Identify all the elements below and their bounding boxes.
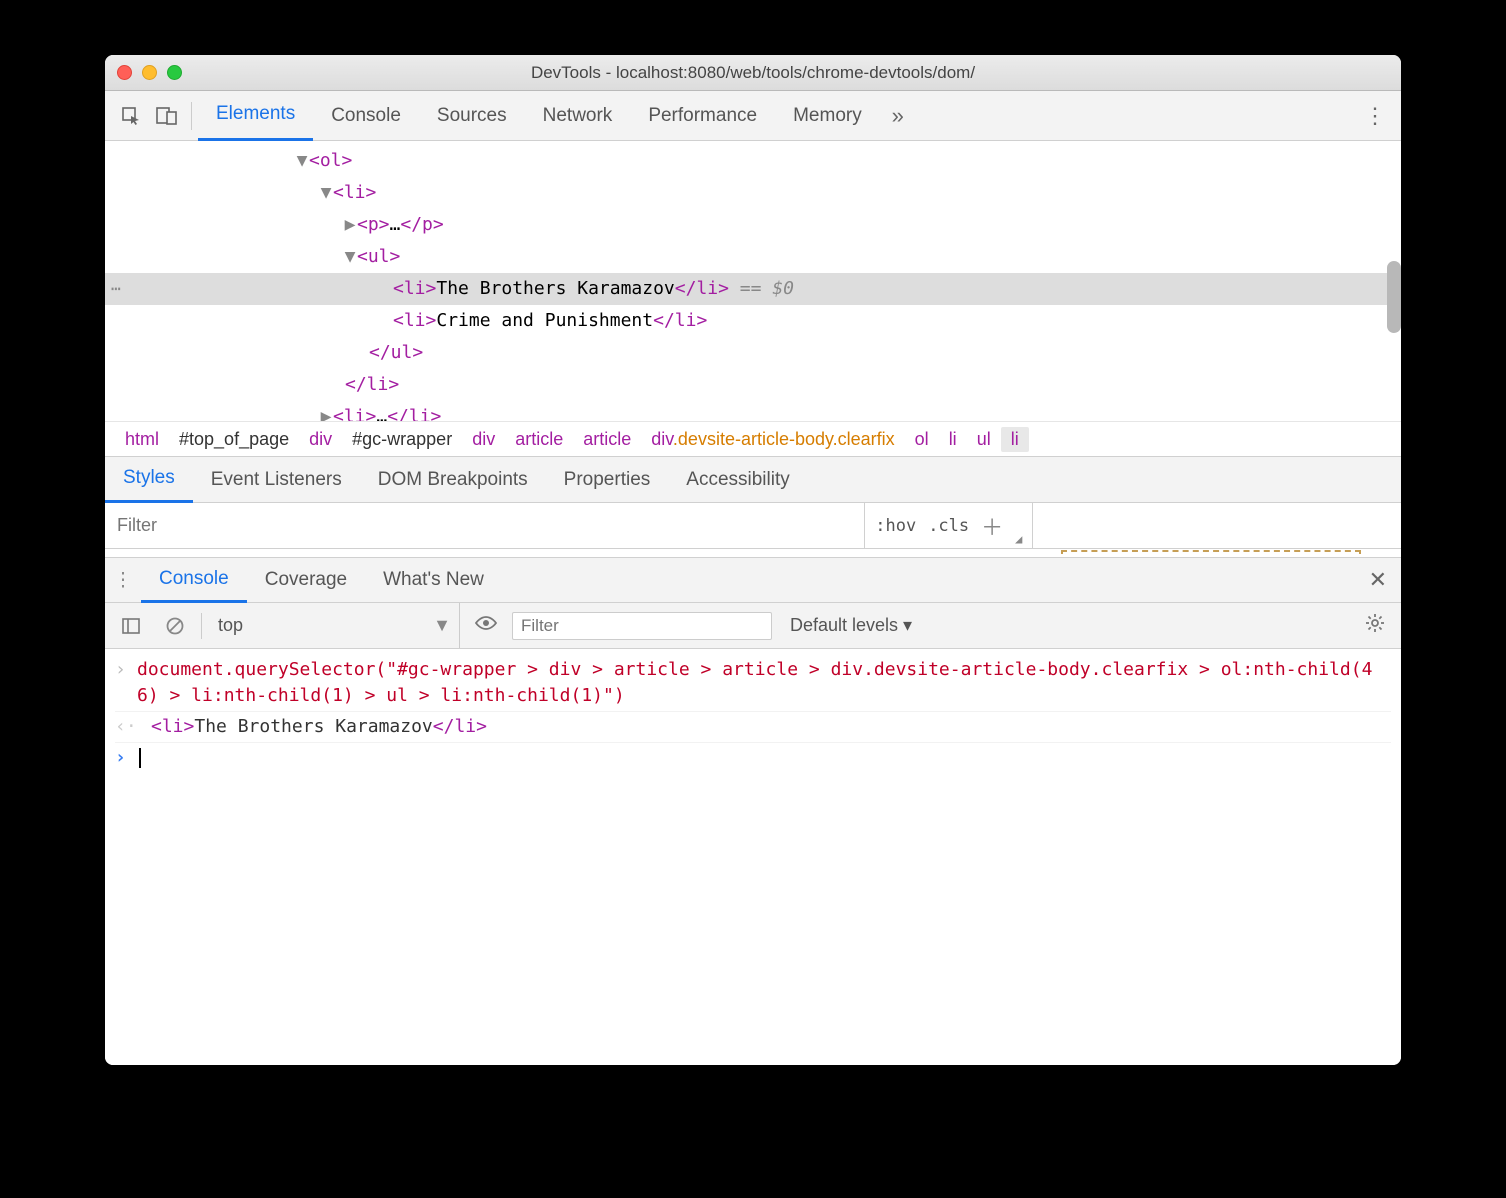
more-tabs-icon[interactable]: » <box>880 98 916 134</box>
dom-node[interactable]: ▶<p>…</p> <box>105 209 1401 241</box>
console-input-text: document.querySelector("#gc-wrapper > di… <box>137 657 1391 709</box>
console-filter-input[interactable] <box>512 612 772 640</box>
styles-filter-row: :hov .cls ＋ ◢ <box>105 503 1401 549</box>
titlebar: DevTools - localhost:8080/web/tools/chro… <box>105 55 1401 91</box>
output-text: The Brothers Karamazov <box>194 716 432 737</box>
output-tag-open: <li> <box>151 716 194 737</box>
traffic-lights <box>105 65 182 80</box>
breadcrumb-item[interactable]: ol <box>905 427 939 452</box>
toolbar-separator <box>191 102 192 130</box>
styles-tab-event-listeners[interactable]: Event Listeners <box>193 457 360 503</box>
breadcrumb-item[interactable]: article <box>573 427 641 452</box>
window-title: DevTools - localhost:8080/web/tools/chro… <box>105 63 1401 83</box>
styles-tab-styles[interactable]: Styles <box>105 457 193 503</box>
drawer-tabs: ⋮ ConsoleCoverageWhat's New ✕ <box>105 557 1401 603</box>
box-model-fragment <box>105 549 1401 557</box>
log-levels-selector[interactable]: Default levels ▾ <box>780 615 922 636</box>
hov-toggle[interactable]: :hov <box>875 516 916 536</box>
text-cursor <box>139 748 141 768</box>
styles-tab-properties[interactable]: Properties <box>546 457 669 503</box>
kebab-menu-icon[interactable]: ⋮ <box>1357 98 1393 134</box>
chevron-down-icon: ▼ <box>433 615 451 636</box>
styles-tab-dom-breakpoints[interactable]: DOM Breakpoints <box>360 457 546 503</box>
console-output[interactable]: › document.querySelector("#gc-wrapper > … <box>105 649 1401 1065</box>
styles-filter-input[interactable] <box>105 503 864 548</box>
breadcrumb-item[interactable]: div <box>299 427 342 452</box>
output-marker-icon: ‹· <box>115 714 137 740</box>
breadcrumb-item[interactable]: div.devsite-article-body.clearfix <box>641 427 904 452</box>
styles-tabs: StylesEvent ListenersDOM BreakpointsProp… <box>105 457 1401 503</box>
drawer-close-icon[interactable]: ✕ <box>1355 567 1401 593</box>
output-tag-close: </li> <box>433 716 487 737</box>
new-style-rule-icon[interactable]: ＋ <box>981 510 1003 542</box>
dom-node[interactable]: ▶<li>…</li> <box>105 401 1401 421</box>
execution-context-selector[interactable]: top ▼ <box>210 603 460 648</box>
dom-node[interactable]: ▼<ul> <box>105 241 1401 273</box>
console-input-row: › document.querySelector("#gc-wrapper > … <box>115 655 1391 712</box>
breadcrumb-item[interactable]: div <box>462 427 505 452</box>
console-output-row: ‹· <li>The Brothers Karamazov</li> <box>115 712 1391 743</box>
scrollbar-thumb[interactable] <box>1387 261 1401 333</box>
breadcrumb-item[interactable]: li <box>1001 427 1029 452</box>
tab-elements[interactable]: Elements <box>198 91 313 141</box>
styles-filter-controls: :hov .cls ＋ ◢ <box>864 503 1032 548</box>
clear-console-icon[interactable] <box>157 616 193 636</box>
execution-context-label: top <box>218 615 243 636</box>
inspect-element-icon[interactable] <box>113 98 149 134</box>
live-expression-icon[interactable] <box>468 615 504 636</box>
breadcrumb-item[interactable]: ul <box>967 427 1001 452</box>
console-toolbar: top ▼ Default levels ▾ <box>105 603 1401 649</box>
console-sidebar-toggle-icon[interactable] <box>113 617 149 635</box>
drawer-tab-what-s-new[interactable]: What's New <box>365 557 502 603</box>
prompt-marker-icon: › <box>115 745 137 771</box>
breadcrumb-item[interactable]: #gc-wrapper <box>342 427 462 452</box>
breadcrumb-item[interactable]: #top_of_page <box>169 427 299 452</box>
dom-node[interactable]: </ul> <box>105 337 1401 369</box>
window-zoom-button[interactable] <box>167 65 182 80</box>
styles-tab-accessibility[interactable]: Accessibility <box>668 457 807 503</box>
tab-network[interactable]: Network <box>525 91 631 141</box>
window-minimize-button[interactable] <box>142 65 157 80</box>
dom-node[interactable]: <li>Crime and Punishment</li> <box>105 305 1401 337</box>
tab-console[interactable]: Console <box>313 91 419 141</box>
tab-memory[interactable]: Memory <box>775 91 880 141</box>
drawer-menu-icon[interactable]: ⋮ <box>105 569 141 592</box>
breadcrumb-item[interactable]: li <box>939 427 967 452</box>
device-mode-icon[interactable] <box>149 98 185 134</box>
dom-node[interactable]: </li> <box>105 369 1401 401</box>
console-settings-icon[interactable] <box>1357 613 1393 638</box>
input-marker-icon: › <box>115 657 137 709</box>
main-tabs: ElementsConsoleSourcesNetworkPerformance… <box>198 91 880 141</box>
dom-breadcrumbs[interactable]: html#top_of_pagediv#gc-wrapperdivarticle… <box>105 421 1401 457</box>
drawer-tab-console[interactable]: Console <box>141 557 247 603</box>
dom-node[interactable]: ▼<li> <box>105 177 1401 209</box>
main-toolbar: ElementsConsoleSourcesNetworkPerformance… <box>105 91 1401 141</box>
devtools-window: DevTools - localhost:8080/web/tools/chro… <box>105 55 1401 1065</box>
cls-toggle[interactable]: .cls <box>928 516 969 536</box>
console-prompt-row[interactable]: › <box>115 743 1391 773</box>
breadcrumb-item[interactable]: html <box>115 427 169 452</box>
dom-node[interactable]: <li>The Brothers Karamazov</li> == $0 <box>105 273 1401 305</box>
dom-node[interactable]: ▼<ol> <box>105 145 1401 177</box>
tab-sources[interactable]: Sources <box>419 91 525 141</box>
elements-dom-tree[interactable]: ▼<ol>▼<li>▶<p>…</p>▼<ul><li>The Brothers… <box>105 141 1401 421</box>
window-close-button[interactable] <box>117 65 132 80</box>
drawer-tab-coverage[interactable]: Coverage <box>247 557 365 603</box>
tab-performance[interactable]: Performance <box>630 91 775 141</box>
breadcrumb-item[interactable]: article <box>505 427 573 452</box>
expand-corner-icon[interactable]: ◢ <box>1015 532 1022 546</box>
